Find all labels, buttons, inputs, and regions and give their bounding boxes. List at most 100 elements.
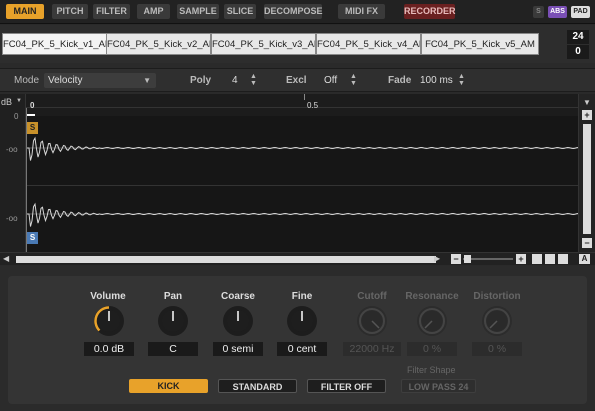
scroll-right-icon[interactable]: ▶: [434, 254, 440, 263]
tab-recorder[interactable]: RECORDER: [404, 4, 456, 19]
volume-value[interactable]: 0.0 dB: [84, 342, 134, 356]
zone-tab-v1[interactable]: FC04_PK_5_Kick_v1_AM: [2, 33, 107, 55]
controls-inner: Volume 0.0 dB Pan C Coarse 0 semi Fine 0…: [8, 276, 587, 404]
poly-label: Poly: [190, 75, 212, 86]
waveform-channel-2: [26, 186, 579, 256]
cutoff-knob-svg: [359, 308, 385, 334]
zone-tab-v4[interactable]: FC04_PK_5_Kick_v4_AM: [316, 33, 421, 55]
resonance-knob[interactable]: [417, 306, 447, 336]
ruler-mid: 0.5: [307, 101, 319, 110]
excl-stepper-icon[interactable]: ▲ ▼: [350, 73, 357, 87]
standard-button[interactable]: STANDARD: [218, 379, 297, 393]
filter-off-button[interactable]: FILTER OFF: [307, 379, 386, 393]
mode-dropdown[interactable]: Velocity ▼: [44, 73, 156, 88]
volume-knob-svg: [94, 306, 120, 332]
distortion-knob[interactable]: [482, 306, 512, 336]
scroll-left-icon[interactable]: ◀: [3, 254, 9, 263]
coarse-knob-svg: [227, 310, 249, 332]
sound-controls-panel: Volume 0.0 dB Pan C Coarse 0 semi Fine 0…: [0, 266, 595, 411]
horizontal-scroll-thumb[interactable]: [16, 256, 436, 263]
cutoff-value[interactable]: 22000 Hz: [343, 342, 401, 356]
chevron-down-icon[interactable]: ▼: [16, 98, 22, 104]
solo-badge[interactable]: S: [533, 6, 544, 18]
distortion-knob-svg: [484, 308, 510, 334]
zone-count: 24: [567, 30, 589, 44]
fade-label: Fade: [388, 75, 412, 86]
auto-zoom-icon[interactable]: A: [579, 254, 590, 264]
chevron-down-icon: ▼: [143, 76, 151, 85]
top-tab-bar: MAIN PITCH FILTER AMP SAMPLE SLICE DECOM…: [0, 0, 595, 24]
coarse-value[interactable]: 0 semi: [213, 342, 263, 356]
zone-selector: FC04_PK_5_Kick_v1_AM FC04_PK_5_Kick_v2_A…: [0, 25, 595, 63]
tab-pitch[interactable]: PITCH: [52, 4, 88, 19]
poly-value[interactable]: 4: [232, 73, 238, 88]
zoom-out-h-icon[interactable]: −: [451, 254, 461, 264]
waveform-ch1-trace: [26, 136, 579, 161]
ruler-start: 0: [30, 101, 35, 110]
resonance-value[interactable]: 0 %: [407, 342, 457, 356]
waveform-ch1-svg: [26, 136, 579, 161]
mode-label: Mode: [14, 75, 40, 86]
playhead-line: [26, 108, 27, 252]
tab-slice[interactable]: SLICE: [224, 4, 256, 19]
scale-top-label: 0: [14, 112, 19, 121]
level-scale: dB ▼ 0 -oo -oo: [0, 94, 26, 264]
distortion-value[interactable]: 0 %: [472, 342, 522, 356]
time-ruler[interactable]: 0 0.5: [26, 94, 578, 110]
fine-knob-svg: [291, 310, 313, 332]
fine-label: Fine: [291, 291, 313, 302]
abs-badge[interactable]: ABS: [548, 6, 567, 18]
waveform-ch2-trace: [26, 202, 579, 227]
sample-end-marker[interactable]: S: [27, 232, 38, 244]
chevron-down-icon[interactable]: ▼: [583, 98, 591, 107]
zoom-in-icon[interactable]: +: [582, 110, 592, 120]
pad-badge[interactable]: PAD: [571, 6, 590, 18]
zoom-slider-handle[interactable]: [464, 255, 471, 263]
fade-value[interactable]: 100 ms: [420, 73, 453, 88]
tab-amp[interactable]: AMP: [137, 4, 170, 19]
vertical-scroll-thumb[interactable]: [583, 124, 591, 234]
zone-tab-v5[interactable]: FC04_PK_5_Kick_v5_AM: [421, 33, 539, 55]
zone-tab-v2[interactable]: FC04_PK_5_Kick_v2_AM: [106, 33, 211, 55]
view-button-1-icon[interactable]: [532, 254, 542, 264]
tab-sample[interactable]: SAMPLE: [177, 4, 219, 19]
resonance-label: Resonance: [405, 291, 459, 302]
coarse-knob[interactable]: [223, 306, 253, 336]
zoom-in-h-icon[interactable]: +: [516, 254, 526, 264]
zone-index: 0: [567, 45, 589, 59]
volume-knob[interactable]: [94, 306, 124, 336]
tab-decompose[interactable]: DECOMPOSE: [264, 4, 323, 19]
kick-button[interactable]: KICK: [129, 379, 208, 393]
scale-ch2-label: -oo: [6, 214, 18, 223]
fade-stepper-icon[interactable]: ▲ ▼: [458, 73, 465, 87]
poly-stepper-icon[interactable]: ▲ ▼: [250, 73, 257, 87]
excl-label: Excl: [286, 75, 307, 86]
horizontal-scrollbar[interactable]: ◀ ▶ − + A: [0, 252, 595, 265]
pan-knob[interactable]: [158, 306, 188, 336]
fine-knob[interactable]: [287, 306, 317, 336]
zone-tab-v3[interactable]: FC04_PK_5_Kick_v3_AM: [211, 33, 316, 55]
pan-knob-svg: [162, 310, 184, 332]
filter-shape-selector[interactable]: LOW PASS 24: [401, 379, 476, 393]
vertical-scrollbar[interactable]: ▼ + −: [578, 94, 595, 264]
filter-shape-label: Filter Shape: [407, 365, 456, 375]
coarse-label: Coarse: [221, 291, 255, 302]
pan-value[interactable]: C: [148, 342, 198, 356]
tab-midi-fx[interactable]: MIDI FX: [338, 4, 385, 19]
waveform-channel-1: [26, 116, 579, 186]
ruler-tick: [304, 94, 305, 100]
waveform-editor[interactable]: dB ▼ 0 -oo -oo 0 0.5 S S ▼ + −: [0, 94, 595, 264]
cutoff-knob[interactable]: [357, 306, 387, 336]
pan-label: Pan: [163, 291, 183, 302]
excl-value[interactable]: Off: [324, 73, 337, 88]
tab-main[interactable]: MAIN: [6, 4, 44, 19]
tab-filter[interactable]: FILTER: [93, 4, 130, 19]
view-button-2-icon[interactable]: [545, 254, 555, 264]
cutoff-label: Cutoff: [357, 291, 387, 302]
waveform-ch2-svg: [26, 202, 579, 227]
zoom-out-icon[interactable]: −: [582, 238, 592, 248]
sample-start-marker[interactable]: S: [27, 122, 38, 134]
resonance-knob-svg: [419, 308, 445, 334]
fine-value[interactable]: 0 cent: [277, 342, 327, 356]
view-button-3-icon[interactable]: [558, 254, 568, 264]
